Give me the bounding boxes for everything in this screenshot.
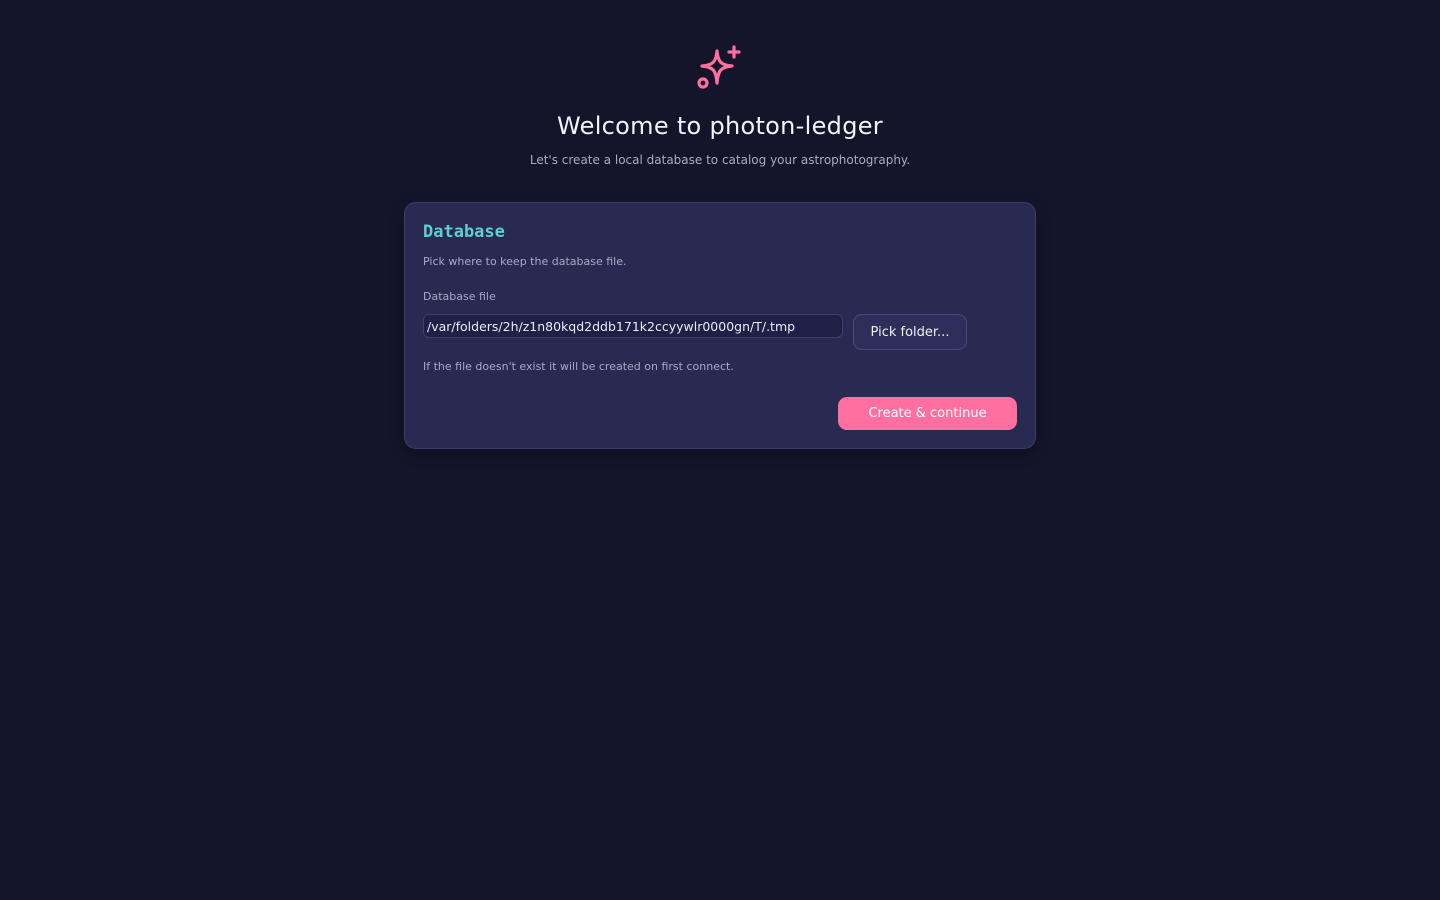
sparkles-icon — [697, 45, 741, 89]
pick-folder-button[interactable]: Pick folder... — [853, 314, 967, 350]
page-subtitle: Let's create a local database to catalog… — [529, 153, 911, 167]
setup-page: Welcome to photon-ledger Let's create a … — [0, 0, 1440, 900]
page-title: Welcome to photon-ledger — [557, 112, 883, 140]
database-hint: If the file doesn't exist it will be cre… — [423, 360, 734, 373]
database-file-label: Database file — [423, 290, 496, 303]
card-title: Database — [423, 222, 505, 242]
card-description: Pick where to keep the database file. — [423, 255, 627, 268]
database-card: Database Pick where to keep the database… — [404, 202, 1036, 449]
create-continue-button[interactable]: Create & continue — [838, 397, 1017, 430]
database-path-input[interactable] — [423, 314, 843, 338]
